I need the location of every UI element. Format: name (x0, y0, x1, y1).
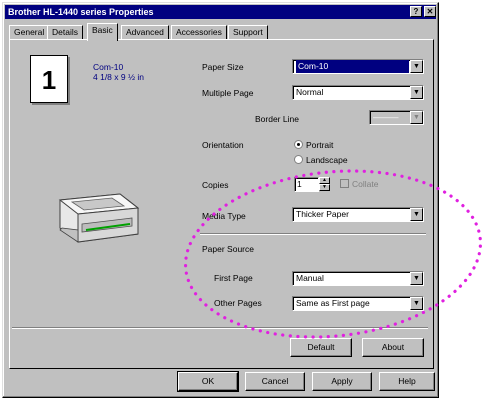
spin-down-icon[interactable]: ▼ (319, 184, 330, 191)
border-line-select[interactable]: ——— ▼ (369, 110, 424, 125)
tab-advanced[interactable]: Advanced (121, 25, 169, 40)
radio-selected-icon (294, 140, 303, 149)
window-title: Brother HL-1440 series Properties (8, 7, 154, 17)
printer-icon (58, 193, 140, 243)
radio-empty-icon (294, 155, 303, 164)
chevron-down-icon[interactable]: ▼ (410, 208, 423, 221)
chevron-down-icon[interactable]: ▼ (410, 272, 423, 285)
help-title-button[interactable]: ? (410, 6, 422, 17)
cancel-button[interactable]: Cancel (245, 372, 305, 391)
paper-size-select[interactable]: Com-10 ▼ (292, 59, 424, 74)
border-line-label: Border Line (255, 114, 299, 124)
landscape-radio[interactable]: Landscape (294, 155, 348, 165)
divider (12, 327, 428, 329)
help-button[interactable]: Help (379, 372, 435, 391)
orientation-label: Orientation (202, 140, 244, 150)
title-bar: Brother HL-1440 series Properties ? ✕ (5, 5, 436, 19)
divider (200, 233, 426, 235)
chevron-down-icon[interactable]: ▼ (410, 297, 423, 310)
paper-name: Com-10 (93, 62, 124, 72)
checkbox-icon (340, 179, 349, 188)
copies-label: Copies (202, 180, 229, 190)
tab-accessories[interactable]: Accessories (171, 25, 227, 40)
tab-basic[interactable]: Basic (87, 23, 118, 41)
collate-checkbox[interactable]: Collate (340, 179, 378, 189)
chevron-down-icon[interactable]: ▼ (410, 86, 423, 99)
first-page-select[interactable]: Manual ▼ (292, 271, 424, 286)
close-title-button[interactable]: ✕ (424, 6, 436, 17)
first-page-label: First Page (214, 273, 253, 283)
other-pages-label: Other Pages (214, 298, 262, 308)
tab-details[interactable]: Details (47, 25, 83, 40)
page-preview: 1 (30, 55, 68, 103)
tab-support[interactable]: Support (228, 25, 268, 40)
multiple-page-label: Multiple Page (202, 88, 254, 98)
other-pages-select[interactable]: Same as First page ▼ (292, 296, 424, 311)
spin-up-icon[interactable]: ▲ (319, 177, 330, 184)
apply-button[interactable]: Apply (312, 372, 372, 391)
media-type-label: Media Type (202, 211, 246, 221)
portrait-radio[interactable]: Portrait (294, 140, 333, 150)
default-button[interactable]: Default (290, 338, 352, 357)
paper-source-label: Paper Source (202, 244, 254, 254)
chevron-down-icon[interactable]: ▼ (410, 111, 423, 124)
tab-general[interactable]: General (9, 25, 50, 40)
chevron-down-icon[interactable]: ▼ (410, 60, 423, 73)
paper-info: Com-10 4 1/8 x 9 ½ in (93, 62, 144, 82)
paper-dims: 4 1/8 x 9 ½ in (93, 72, 145, 82)
paper-size-label: Paper Size (202, 62, 244, 72)
media-type-select[interactable]: Thicker Paper ▼ (292, 207, 424, 222)
copies-stepper[interactable]: ▲ ▼ (319, 177, 330, 192)
about-button[interactable]: About (362, 338, 424, 357)
copies-input[interactable]: 1 (294, 177, 319, 192)
ok-button[interactable]: OK (177, 371, 239, 392)
multiple-page-select[interactable]: Normal ▼ (292, 85, 424, 100)
